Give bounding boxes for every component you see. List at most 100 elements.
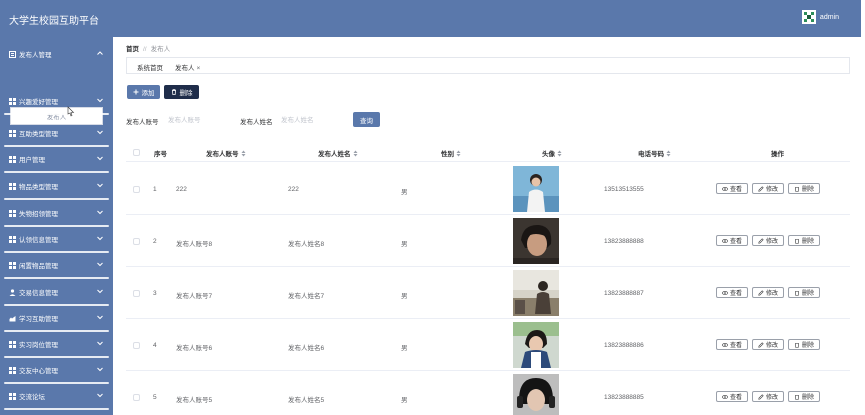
sort-icon[interactable] bbox=[456, 150, 461, 157]
sidebar: 发布人管理 发布人 兴趣爱好管理 互助类型管理 用户管理 物品类型管理 失物招领… bbox=[0, 37, 113, 415]
row-account: 发布人账号8 bbox=[176, 241, 213, 248]
close-icon[interactable]: × bbox=[197, 65, 201, 72]
tab-publisher[interactable]: 发布人 × bbox=[175, 62, 200, 72]
sidebar-item-idle-item-manage[interactable]: 闲置物品管理 bbox=[0, 255, 113, 275]
sidebar-item-help-type-manage[interactable]: 互助类型管理 bbox=[0, 123, 113, 143]
view-button[interactable]: 查看 bbox=[716, 183, 748, 194]
add-button[interactable]: 添加 bbox=[127, 85, 160, 99]
person-icon bbox=[9, 288, 16, 296]
row-phone: 13823888885 bbox=[604, 394, 644, 401]
edit-button-label: 修改 bbox=[765, 239, 778, 245]
sidebar-item-trade-info-manage[interactable]: 交易信息管理 bbox=[0, 282, 113, 302]
sidebar-item-publisher-manage[interactable]: 发布人管理 bbox=[0, 44, 113, 64]
breadcrumb-home[interactable]: 首页 bbox=[126, 46, 139, 53]
column-header-avatar[interactable]: 头像 bbox=[542, 148, 562, 158]
delete-button[interactable]: 删除 bbox=[164, 85, 199, 99]
sidebar-item-label: 交流论坛 bbox=[19, 394, 45, 401]
sidebar-item-forum[interactable]: 交流论坛 bbox=[0, 386, 113, 406]
trash-icon bbox=[794, 238, 799, 244]
sidebar-item-claim-manage[interactable]: 认领信息管理 bbox=[0, 229, 113, 249]
select-all-checkbox[interactable] bbox=[133, 149, 140, 156]
edit-button[interactable]: 修改 bbox=[752, 183, 784, 194]
row-checkbox[interactable] bbox=[133, 342, 140, 349]
sidebar-item-hobby-manage[interactable]: 兴趣爱好管理 bbox=[0, 91, 113, 111]
view-button-label: 查看 bbox=[729, 343, 742, 349]
column-header-label: 发布人姓名 bbox=[318, 151, 351, 158]
chevron-down-icon bbox=[97, 236, 103, 241]
row-name: 222 bbox=[288, 186, 299, 193]
view-button[interactable]: 查看 bbox=[716, 391, 748, 402]
edit-button[interactable]: 修改 bbox=[752, 391, 784, 402]
view-button[interactable]: 查看 bbox=[716, 287, 748, 298]
row-checkbox[interactable] bbox=[133, 394, 140, 401]
sidebar-item-item-type-manage[interactable]: 物品类型管理 bbox=[0, 176, 113, 196]
chevron-down-icon bbox=[97, 156, 103, 161]
sort-icon[interactable] bbox=[353, 150, 358, 157]
sidebar-divider bbox=[4, 382, 109, 384]
avatar-photo bbox=[513, 322, 559, 368]
grid-icon bbox=[9, 97, 16, 105]
sidebar-item-user-manage[interactable]: 用户管理 bbox=[0, 149, 113, 169]
avatar-image[interactable] bbox=[513, 218, 559, 264]
view-button[interactable]: 查看 bbox=[716, 339, 748, 350]
avatar-image[interactable] bbox=[513, 322, 559, 368]
chevron-down-icon bbox=[97, 262, 103, 267]
row-name: 发布人姓名8 bbox=[288, 241, 325, 248]
column-header-name[interactable]: 发布人姓名 bbox=[318, 148, 358, 158]
main-content: 首页//发布人 系统首页 发布人× 添加 删除 发布人账号 发布人姓名 查询 序… bbox=[113, 37, 861, 415]
row-delete-button[interactable]: 删除 bbox=[788, 391, 820, 402]
sort-icon[interactable] bbox=[241, 150, 246, 157]
chevron-down-icon bbox=[97, 210, 103, 215]
user-manage-icon bbox=[9, 50, 16, 58]
name-search-input[interactable] bbox=[281, 113, 343, 127]
sidebar-divider bbox=[4, 251, 109, 253]
avatar-image[interactable] bbox=[513, 374, 559, 415]
sidebar-item-label: 交易信息管理 bbox=[19, 290, 58, 297]
view-button-label: 查看 bbox=[729, 239, 742, 245]
row-delete-button[interactable]: 删除 bbox=[788, 339, 820, 350]
row-checkbox[interactable] bbox=[133, 290, 140, 297]
row-delete-button-label: 删除 bbox=[801, 291, 814, 297]
row-delete-button[interactable]: 删除 bbox=[788, 183, 820, 194]
sidebar-item-label: 用户管理 bbox=[19, 157, 45, 164]
account-search-input[interactable] bbox=[168, 113, 230, 127]
column-header-phone[interactable]: 电话号码 bbox=[638, 148, 671, 158]
sidebar-item-label: 物品类型管理 bbox=[19, 184, 58, 191]
edit-button[interactable]: 修改 bbox=[752, 339, 784, 350]
tab-home[interactable]: 系统首页 bbox=[137, 62, 163, 72]
sidebar-divider bbox=[4, 330, 109, 332]
sidebar-item-friend-center-manage[interactable]: 交友中心管理 bbox=[0, 360, 113, 380]
user-menu[interactable]: admin bbox=[801, 10, 839, 24]
row-index: 4 bbox=[153, 342, 157, 349]
trash-icon bbox=[794, 290, 799, 296]
row-checkbox[interactable] bbox=[133, 186, 140, 193]
query-button[interactable]: 查询 bbox=[353, 112, 380, 127]
sidebar-item-study-help-manage[interactable]: 学习互助管理 bbox=[0, 308, 113, 328]
column-header-gender[interactable]: 性别 bbox=[441, 148, 461, 158]
sidebar-item-internship-manage[interactable]: 实习岗位管理 bbox=[0, 334, 113, 354]
row-name: 发布人姓名6 bbox=[288, 345, 325, 352]
avatar-image[interactable] bbox=[513, 270, 559, 316]
edit-button[interactable]: 修改 bbox=[752, 287, 784, 298]
chevron-down-icon bbox=[97, 315, 103, 320]
sort-icon[interactable] bbox=[666, 150, 671, 157]
sidebar-divider bbox=[4, 304, 109, 306]
row-gender: 男 bbox=[401, 241, 408, 248]
sidebar-item-lost-found-manage[interactable]: 失物招领管理 bbox=[0, 203, 113, 223]
sidebar-divider bbox=[4, 356, 109, 358]
view-button[interactable]: 查看 bbox=[716, 235, 748, 246]
grid-icon bbox=[9, 366, 16, 374]
column-header-account[interactable]: 发布人账号 bbox=[206, 148, 246, 158]
mouse-cursor-icon bbox=[67, 106, 75, 117]
sidebar-scroll-track[interactable] bbox=[4, 113, 109, 115]
row-checkbox[interactable] bbox=[133, 238, 140, 245]
column-header-label: 性别 bbox=[441, 151, 454, 158]
sort-icon[interactable] bbox=[557, 150, 562, 157]
row-delete-button[interactable]: 删除 bbox=[788, 287, 820, 298]
row-delete-button[interactable]: 删除 bbox=[788, 235, 820, 246]
column-header-index: 序号 bbox=[154, 148, 167, 158]
edit-button[interactable]: 修改 bbox=[752, 235, 784, 246]
column-header-label: 头像 bbox=[542, 151, 555, 158]
avatar-image[interactable] bbox=[513, 166, 559, 212]
app-title: 大学生校园互助平台 bbox=[9, 16, 99, 27]
